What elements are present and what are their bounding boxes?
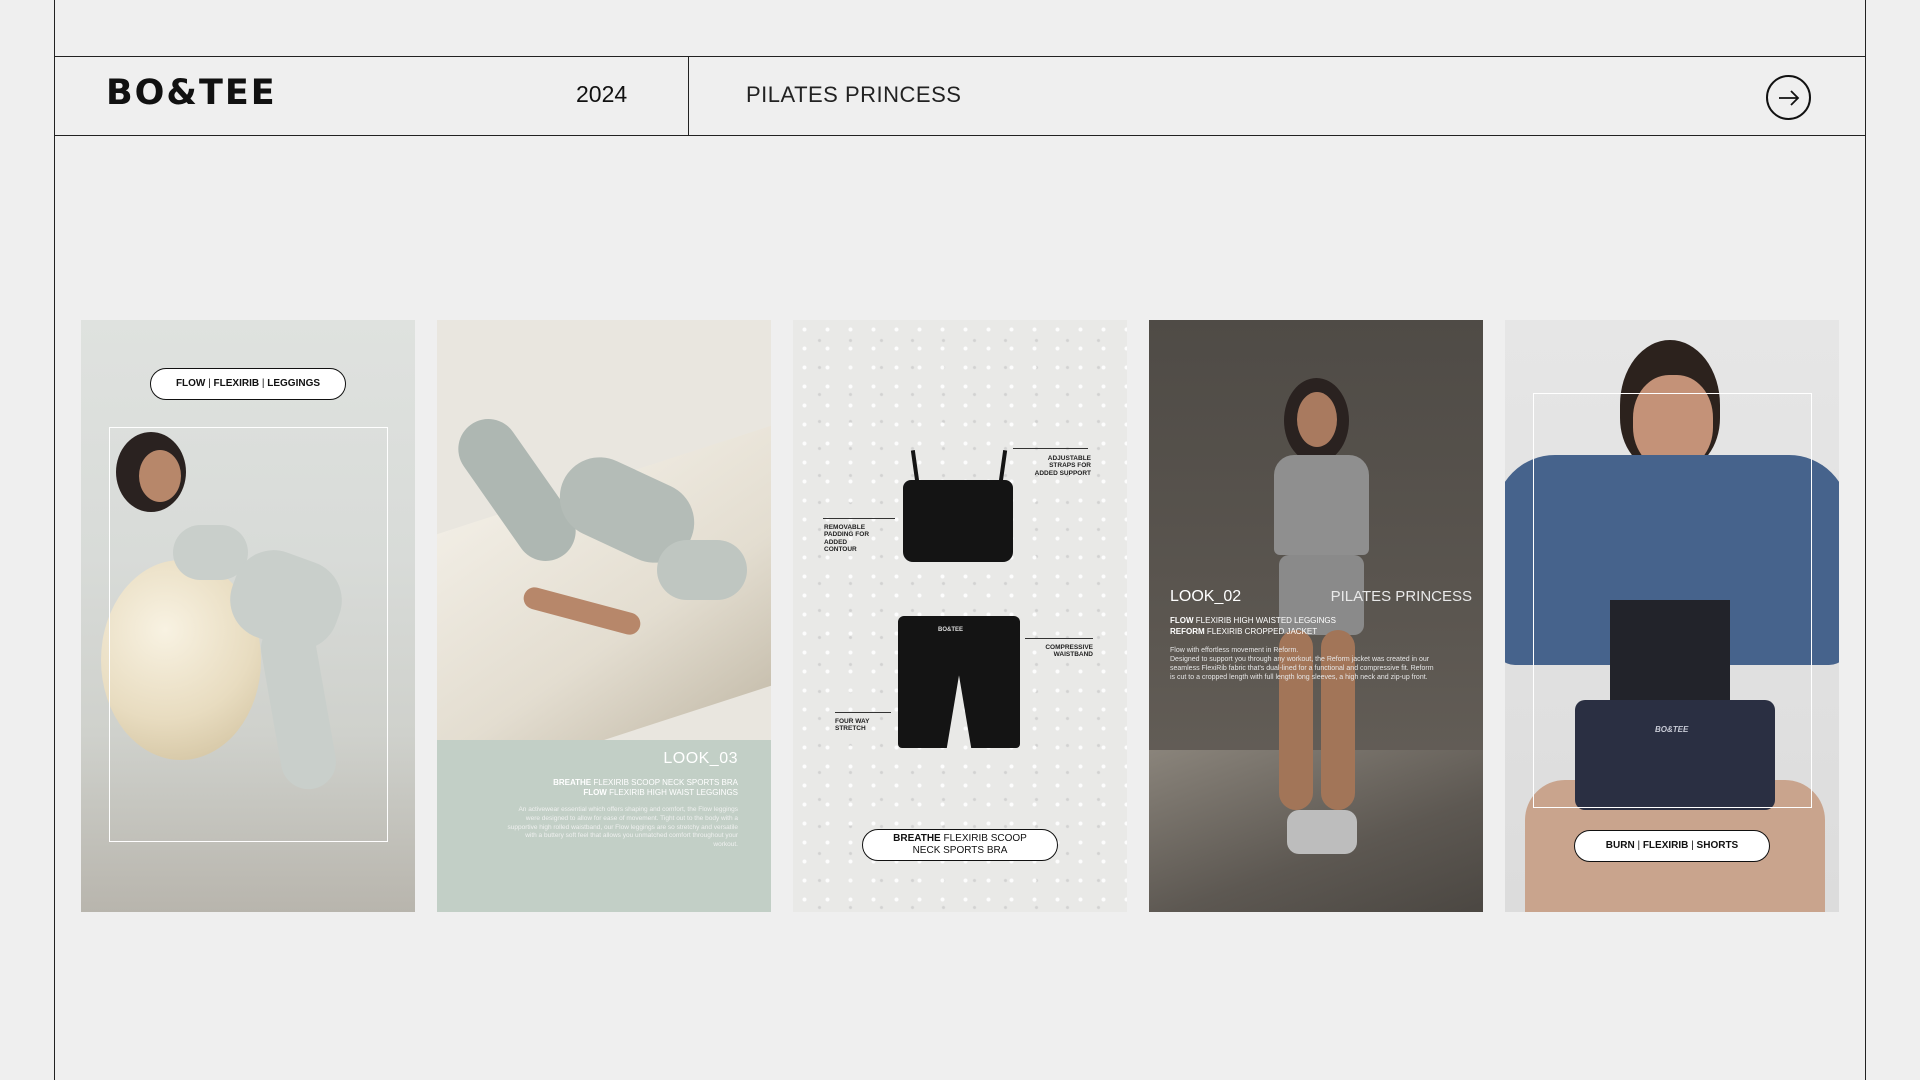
- photo-frame: [1533, 393, 1812, 808]
- callout-stretch: FOUR WAY STRETCH: [835, 718, 870, 733]
- look-description: An activewear essential which offers sha…: [507, 806, 738, 849]
- look-card-burn-shorts[interactable]: BO&TEE BURN | FLEXIRIB | SHORTS: [1505, 320, 1839, 912]
- product-detail-card[interactable]: BO&TEE ADJUSTABLE STRAPS FOR ADDED SUPPO…: [793, 320, 1127, 912]
- callout-line-stretch: [835, 712, 891, 713]
- model-face-image: [1297, 392, 1337, 447]
- look-products: FLOW FLEXIRIB HIGH WAISTED LEGGINGS REFO…: [1170, 616, 1336, 636]
- look-card-flow-leggings[interactable]: FLOW | FLEXIRIB | LEGGINGS: [81, 320, 415, 912]
- look-title: LOOK_02: [1170, 588, 1242, 605]
- arrow-right-icon: [1778, 89, 1799, 106]
- model-jacket-image: [1274, 455, 1369, 555]
- look-info-panel: LOOK_03 BREATHE FLEXIRIB SCOOP NECK SPOR…: [437, 740, 771, 912]
- frame-left-line: [54, 0, 55, 1080]
- look-collection-title: PILATES PRINCESS: [1330, 588, 1472, 605]
- shorts-logo: BO&TEE: [938, 627, 964, 633]
- next-button[interactable]: [1766, 75, 1811, 120]
- model-sneakers-image: [1287, 810, 1357, 854]
- frame-right-line: [1865, 0, 1866, 1080]
- callout-line-padding: [823, 518, 895, 519]
- header-divider: [688, 57, 689, 136]
- photo-frame: [109, 427, 388, 842]
- callout-straps: ADJUSTABLE STRAPS FOR ADDED SUPPORT: [1034, 455, 1091, 477]
- callout-line-waistband: [1025, 638, 1093, 639]
- look-title: LOOK_03: [663, 750, 738, 767]
- look-card-03[interactable]: LOOK_03 BREATHE FLEXIRIB SCOOP NECK SPOR…: [437, 320, 771, 912]
- look-products: BREATHE FLEXIRIB SCOOP NECK SPORTS BRA F…: [553, 778, 738, 798]
- look-card-02[interactable]: LOOK_02 PILATES PRINCESS FLOW FLEXIRIB H…: [1149, 320, 1483, 912]
- collection-title: PILATES PRINCESS: [746, 82, 962, 107]
- brand-logo[interactable]: BO&TEE: [106, 73, 277, 113]
- callout-line-straps: [1013, 448, 1088, 449]
- header-bar: BO&TEE 2024 PILATES PRINCESS: [54, 56, 1866, 136]
- callout-padding: REMOVABLE PADDING FOR ADDED CONTOUR: [824, 524, 870, 554]
- look-description: Flow with effortless movement in Reform.…: [1170, 647, 1434, 682]
- sports-bra-image: [903, 480, 1013, 562]
- model-top-image: [657, 540, 747, 600]
- callout-waistband: COMPRESSIVE WAISTBAND: [1045, 644, 1093, 659]
- product-pill-label[interactable]: BREATHE FLEXIRIB SCOOP NECK SPORTS BRA: [862, 829, 1058, 861]
- year-label: 2024: [576, 81, 628, 107]
- product-pill-label[interactable]: FLOW | FLEXIRIB | LEGGINGS: [150, 368, 346, 400]
- product-pill-label[interactable]: BURN | FLEXIRIB | SHORTS: [1574, 830, 1770, 862]
